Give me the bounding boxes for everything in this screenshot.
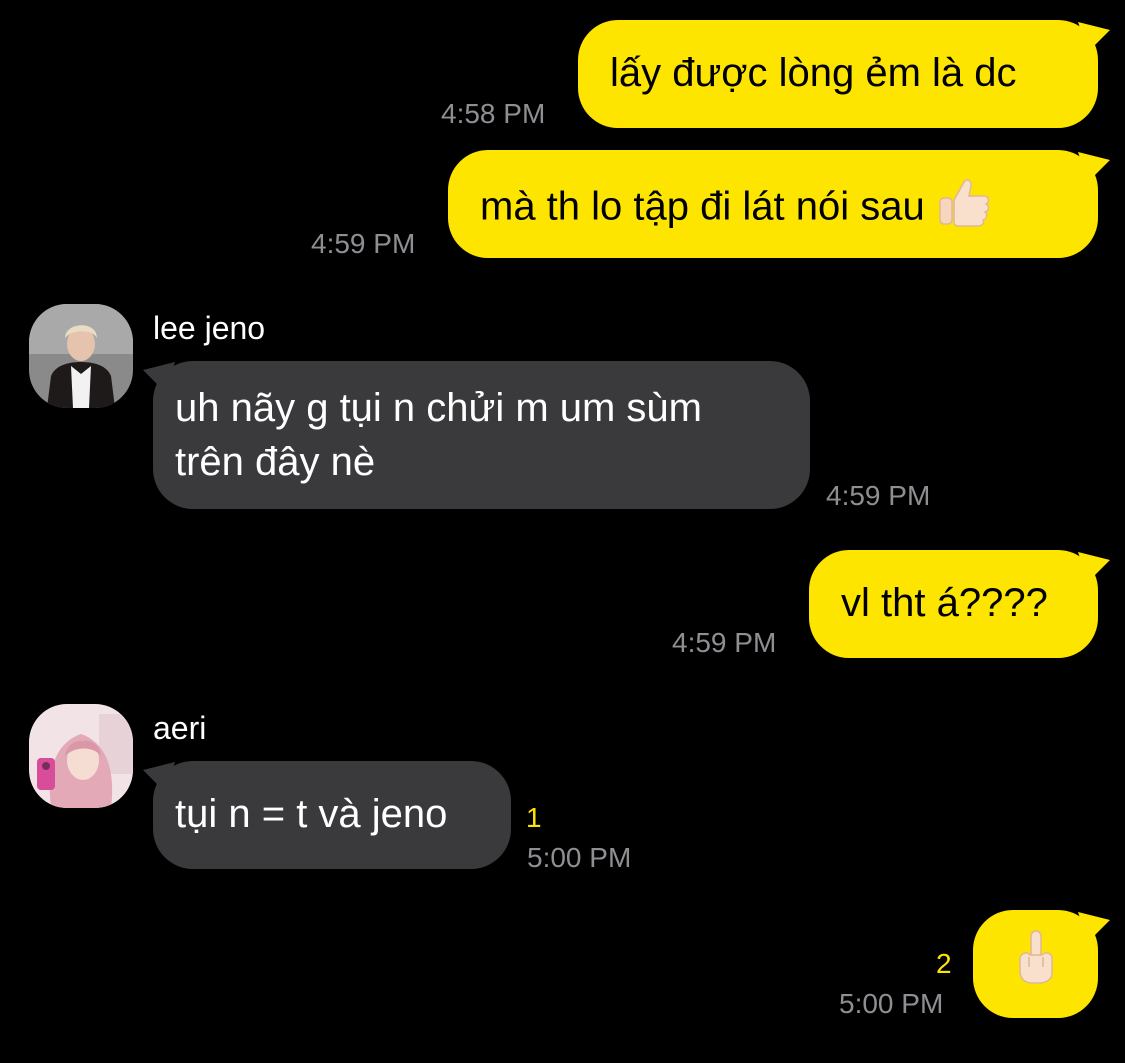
avatar-aeri[interactable] <box>29 704 133 808</box>
chat-message-list[interactable]: lấy được lòng ẻm là dc 4:58 PM mà th lo … <box>0 0 1125 1063</box>
bubble-tail <box>1078 152 1110 182</box>
my-message-bubble[interactable]: lấy được lòng ẻm là dc <box>578 20 1098 128</box>
message-time: 4:59 PM <box>826 480 931 511</box>
my-message-bubble[interactable]: vl tht á???? <box>809 550 1098 658</box>
bubble-tail <box>143 762 175 792</box>
my-message-bubble[interactable]: mà th lo tập đi lát nói sau <box>448 150 1098 258</box>
their-message-bubble[interactable]: tụi n = t và jeno <box>153 761 511 869</box>
message-text: tụi n = t và jeno <box>175 792 448 836</box>
message-time: 4:59 PM <box>311 228 416 259</box>
bubble-tail <box>143 362 175 392</box>
sender-name: aeri <box>153 710 207 746</box>
bubble-tail <box>1078 22 1110 52</box>
message-time: 5:00 PM <box>839 988 944 1019</box>
avatar-lee-jeno[interactable] <box>29 304 133 408</box>
message-time: 5:00 PM <box>527 842 632 873</box>
message-text: mà th lo tập đi lát nói sau <box>480 184 925 229</box>
thumbs-up-icon <box>936 176 992 242</box>
sender-name: lee jeno <box>153 310 266 346</box>
middle-finger-icon <box>1014 929 1058 999</box>
message-text-line: trên đây nè <box>175 440 376 484</box>
message-text-line: uh nãy g tụi n chửi m um sùm <box>175 386 702 430</box>
their-message-bubble[interactable]: uh nãy g tụi n chửi m um sùm trên đây nè <box>153 361 810 509</box>
bubble-tail <box>1078 912 1110 942</box>
message-text: lấy được lòng ẻm là dc <box>610 51 1017 95</box>
message-text: vl tht á???? <box>841 581 1048 625</box>
unread-count: 2 <box>936 948 952 979</box>
unread-count: 1 <box>526 802 542 833</box>
message-time: 4:58 PM <box>441 98 546 129</box>
message-time: 4:59 PM <box>672 627 777 658</box>
bubble-tail <box>1078 552 1110 582</box>
